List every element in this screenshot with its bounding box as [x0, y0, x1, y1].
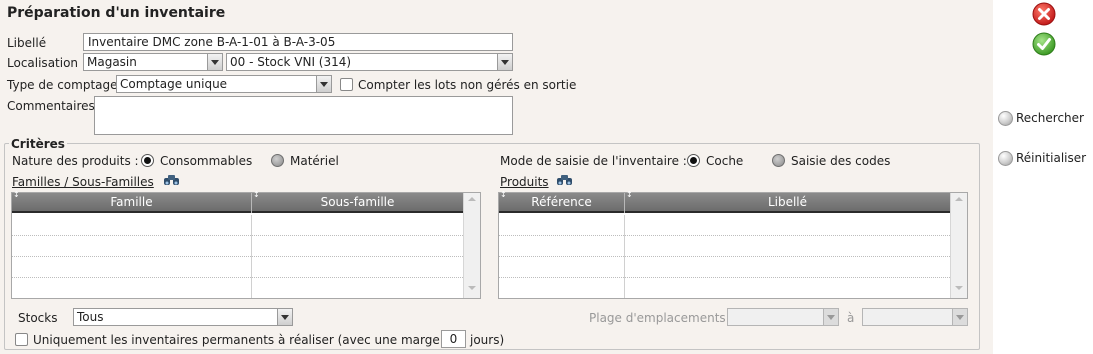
chevron-down-icon — [277, 309, 292, 325]
mode-coche-radio[interactable] — [687, 154, 700, 167]
reset-icon — [998, 151, 1013, 166]
type-comptage-select[interactable]: Comptage unique — [116, 75, 332, 93]
rechercher-label: Rechercher — [1016, 111, 1084, 125]
column-header-famille[interactable]: Famille — [12, 193, 251, 211]
binoculars-icon[interactable] — [163, 173, 180, 186]
nature-consommables-label: Consommables — [160, 154, 253, 168]
plage-end-select[interactable] — [862, 308, 968, 326]
rechercher-button[interactable]: Rechercher — [998, 110, 1090, 128]
mode-saisie-codes-radio[interactable] — [772, 154, 785, 167]
action-sidebar: Rechercher Réinitialiser — [993, 0, 1093, 354]
scroll-up-icon[interactable] — [954, 196, 964, 204]
produits-grid-header: ↕ Référence ↕ Libellé — [499, 190, 950, 213]
type-comptage-label: Type de comptage — [7, 78, 118, 92]
commentaires-textarea[interactable] — [94, 96, 513, 135]
mode-coche-label: Coche — [706, 154, 744, 168]
produits-scrollbar[interactable] — [950, 193, 967, 298]
plage-start-select[interactable] — [727, 308, 839, 326]
localisation-stock-select[interactable]: 00 - Stock VNI (314) — [226, 53, 513, 71]
scroll-up-icon[interactable] — [467, 196, 477, 204]
main-panel: Préparation d'un inventaire Libellé Inve… — [0, 0, 993, 354]
localisation-type-select[interactable]: Magasin — [83, 53, 223, 71]
column-divider — [251, 215, 252, 298]
nature-materiel-radio[interactable] — [271, 154, 284, 167]
plage-a-label: à — [847, 311, 855, 325]
produits-link[interactable]: Produits — [500, 175, 549, 189]
chevron-down-icon — [823, 309, 838, 325]
table-row[interactable] — [12, 257, 463, 278]
validate-button[interactable] — [1032, 32, 1056, 56]
stocks-value: Tous — [77, 310, 104, 324]
libelle-input[interactable]: Inventaire DMC zone B-A-1-01 à B-A-3-05 — [83, 33, 513, 51]
column-divider — [624, 215, 625, 298]
table-row[interactable] — [499, 257, 950, 278]
table-row[interactable] — [499, 236, 950, 257]
criteres-legend: Critères — [9, 137, 67, 151]
reinitialiser-button[interactable]: Réinitialiser — [998, 150, 1090, 168]
column-header-reference[interactable]: Référence — [499, 193, 624, 211]
familles-grid[interactable]: ↕ Famille ↕ Sous-famille — [11, 190, 481, 299]
localisation-stock-value: 00 - Stock VNI (314) — [230, 55, 352, 69]
permanents-checkbox[interactable] — [15, 333, 28, 346]
localisation-label: Localisation — [7, 56, 79, 70]
produits-grid[interactable]: ↕ Référence ↕ Libellé — [498, 190, 968, 299]
familles-grid-header: ↕ Famille ↕ Sous-famille — [12, 190, 463, 213]
compter-lots-label: Compter les lots non gérés en sortie — [358, 78, 577, 92]
familles-scrollbar[interactable] — [463, 193, 480, 298]
localisation-type-value: Magasin — [87, 55, 137, 69]
chevron-down-icon — [207, 54, 222, 70]
binoculars-icon[interactable] — [556, 173, 573, 186]
nature-materiel-label: Matériel — [290, 154, 339, 168]
column-header-libelle[interactable]: Libellé — [625, 193, 950, 211]
chevron-down-icon — [316, 76, 331, 92]
nature-label: Nature des produits : — [12, 154, 139, 168]
compter-lots-checkbox[interactable] — [340, 78, 353, 91]
scroll-down-icon[interactable] — [467, 285, 477, 293]
plage-label: Plage d'emplacements — [589, 311, 726, 325]
stocks-label: Stocks — [18, 311, 58, 325]
chevron-down-icon — [952, 309, 967, 325]
search-icon — [998, 111, 1013, 126]
reinitialiser-label: Réinitialiser — [1016, 151, 1087, 165]
mode-saisie-label: Mode de saisie de l'inventaire : — [500, 154, 687, 168]
stocks-select[interactable]: Tous — [73, 308, 293, 326]
type-comptage-value: Comptage unique — [120, 77, 228, 91]
permanents-label: Uniquement les inventaires permanents à … — [33, 333, 459, 347]
table-row[interactable] — [499, 215, 950, 236]
mode-saisie-codes-label: Saisie des codes — [791, 154, 891, 168]
column-header-sous-famille[interactable]: Sous-famille — [252, 193, 463, 211]
familles-link[interactable]: Familles / Sous-Familles — [12, 175, 154, 189]
cancel-button[interactable] — [1032, 2, 1056, 26]
scroll-down-icon[interactable] — [954, 285, 964, 293]
libelle-label: Libellé — [7, 36, 47, 50]
nature-consommables-radio[interactable] — [141, 154, 154, 167]
page-title: Préparation d'un inventaire — [7, 5, 226, 21]
chevron-down-icon — [497, 54, 512, 70]
commentaires-label: Commentaires — [7, 99, 95, 113]
table-row[interactable] — [12, 215, 463, 236]
jours-label: jours) — [470, 333, 505, 347]
marge-input[interactable]: 0 — [441, 330, 466, 348]
table-row[interactable] — [12, 236, 463, 257]
